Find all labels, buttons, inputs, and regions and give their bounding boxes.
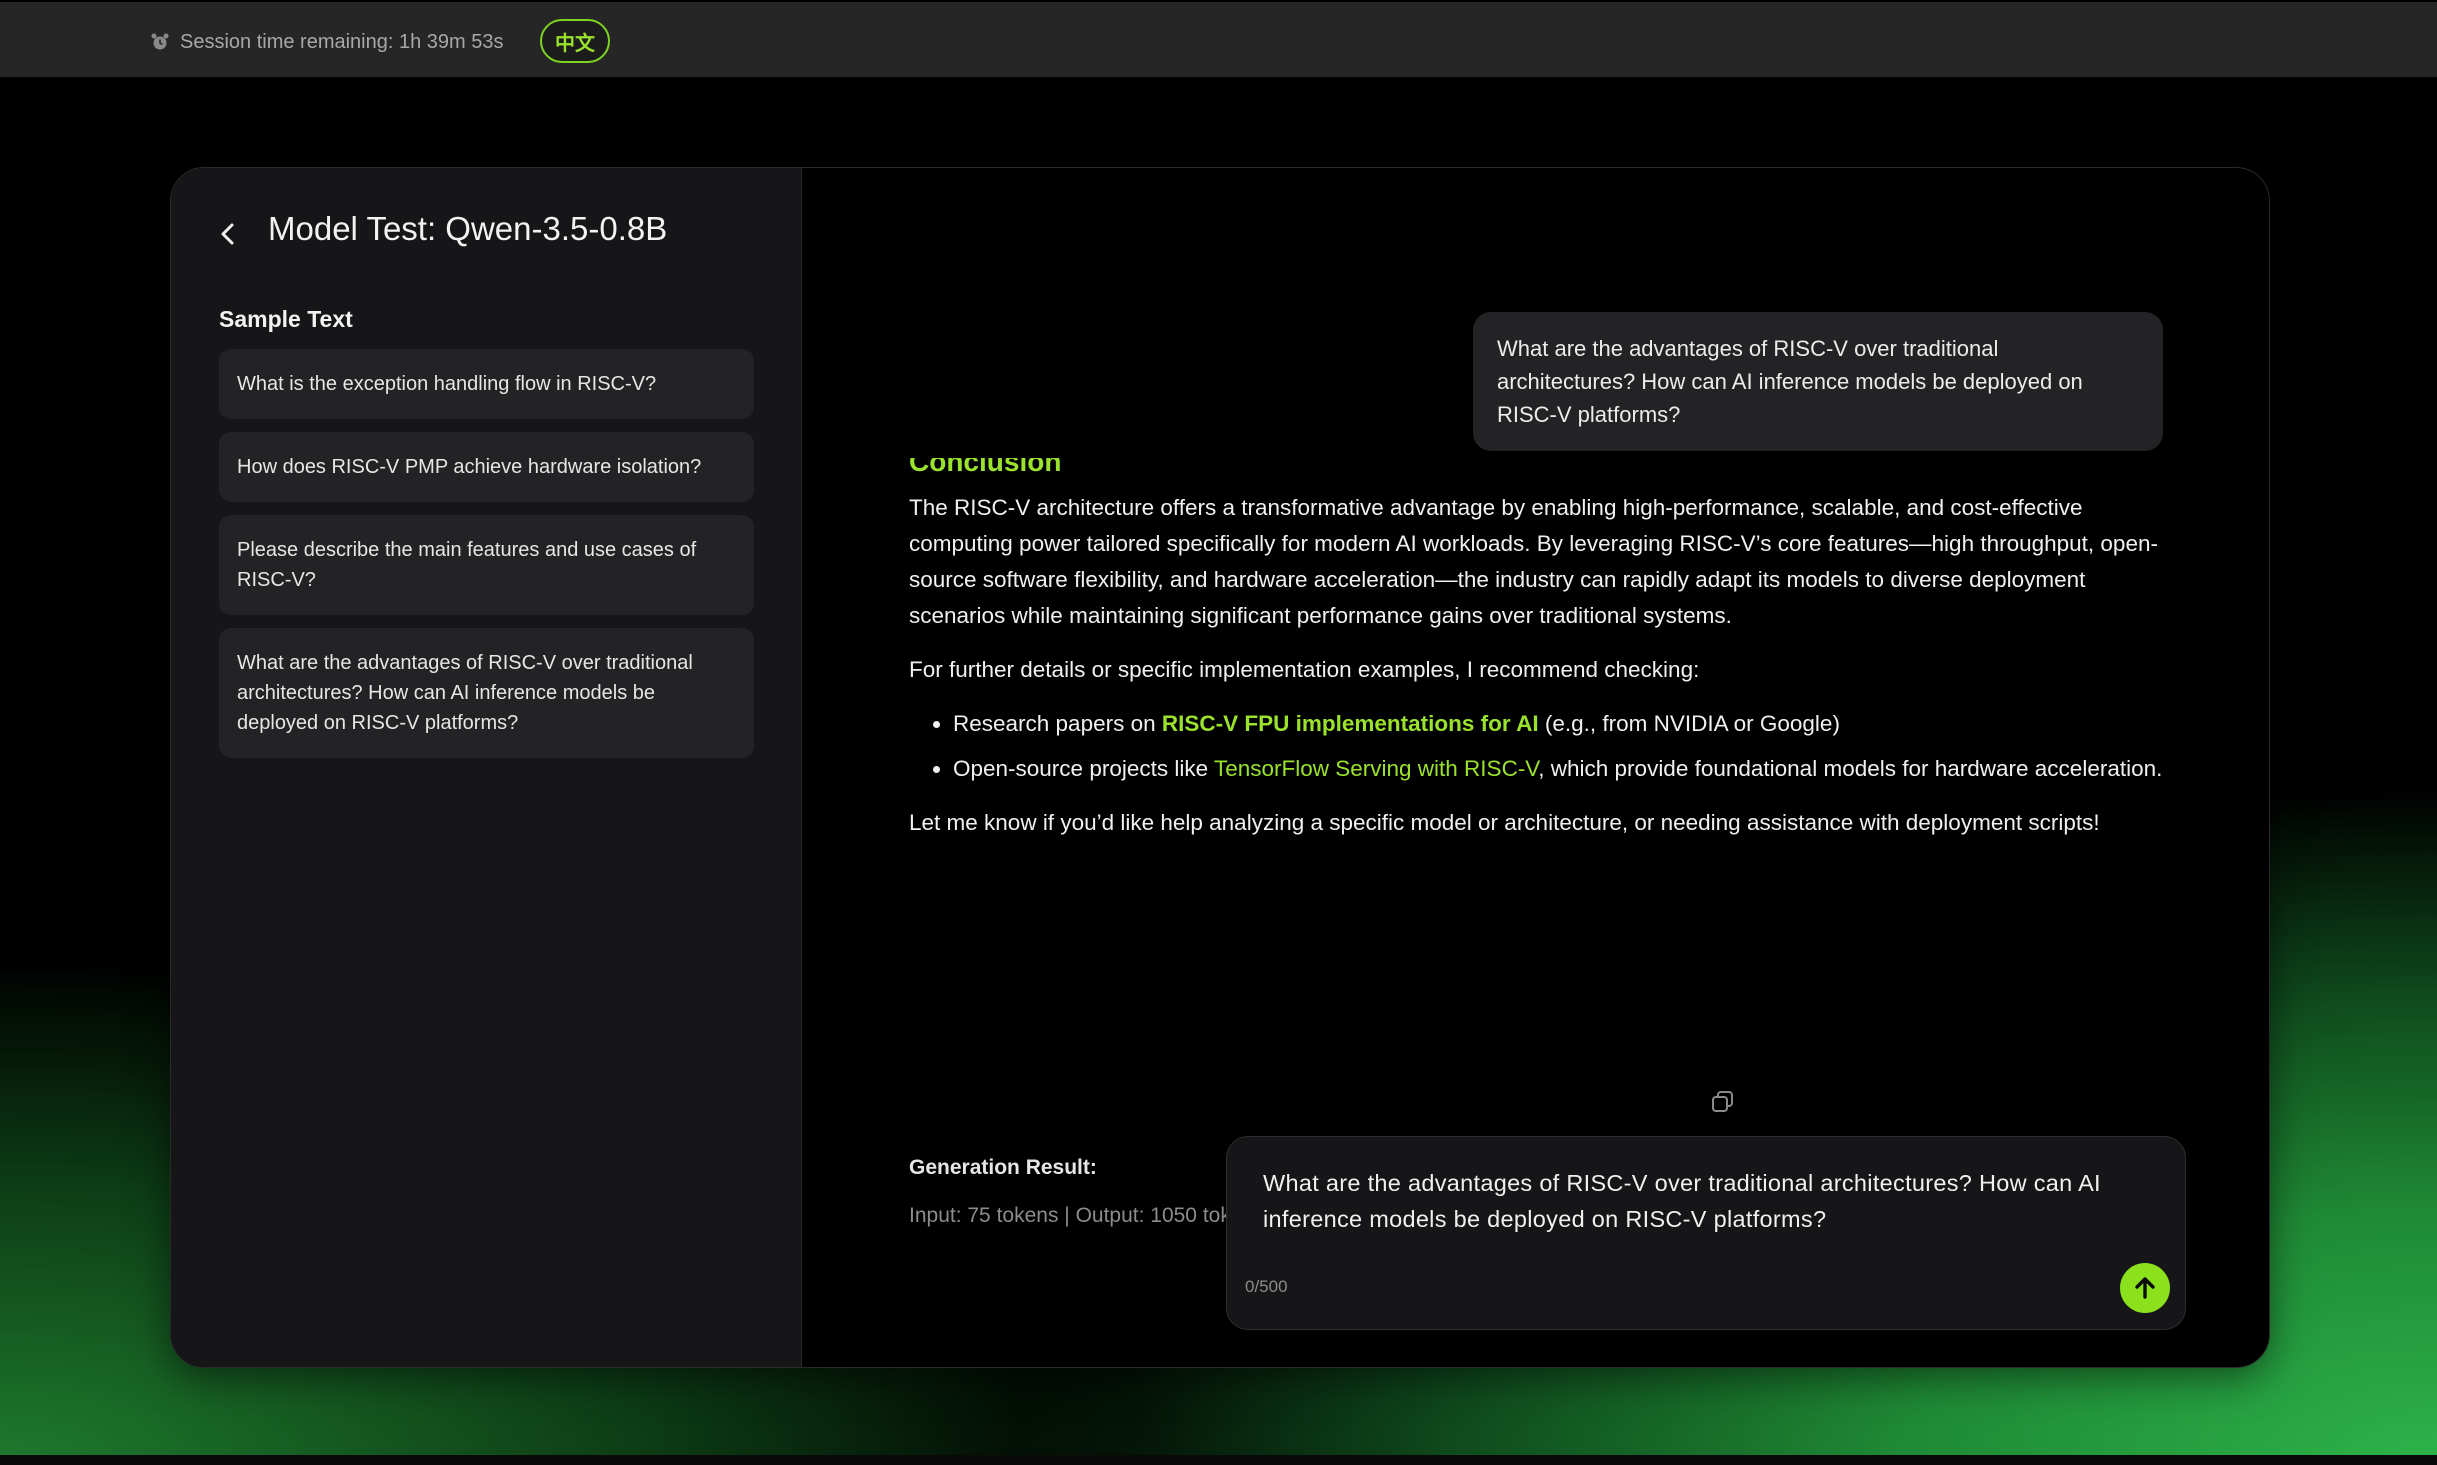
list-item: Open-source projects like TensorFlow Ser… [953, 751, 2169, 787]
answer-list: Research papers on RISC-V FPU implementa… [953, 706, 2169, 787]
message-input[interactable]: What are the advantages of RISC-V over t… [1263, 1165, 2163, 1237]
answer-link[interactable]: TensorFlow Serving with RISC-V [1214, 756, 1538, 781]
sample-item-advantages-ai[interactable]: What are the advantages of RISC-V over t… [219, 628, 754, 758]
sample-text-heading: Sample Text [219, 306, 353, 332]
chat-panel: What are the advantages of RISC-V over t… [802, 168, 2269, 1367]
sample-item-pmp-isolation[interactable]: How does RISC-V PMP achieve hardware iso… [219, 432, 754, 502]
assistant-answer[interactable]: Conclusion The RISC-V architecture offer… [909, 458, 2169, 1078]
answer-paragraph: For further details or specific implemen… [909, 657, 1700, 682]
top-bar: Session time remaining: 1h 39m 53s 中文 [0, 0, 2437, 77]
sample-item-main-features[interactable]: Please describe the main features and us… [219, 515, 754, 615]
generation-result-label: Generation Result: [909, 1156, 1097, 1179]
user-message-bubble: What are the advantages of RISC-V over t… [1473, 312, 2163, 451]
list-item-text: Open-source projects like [953, 756, 1214, 781]
model-test-card: Model Test: Qwen-3.5-0.8B Sample Text Wh… [170, 167, 2270, 1368]
session-timer: Session time remaining: 1h 39m 53s [150, 28, 504, 56]
assistant-answer-content: Conclusion The RISC-V architecture offer… [909, 458, 2169, 859]
answer-paragraph: The RISC-V architecture offers a transfo… [909, 495, 2158, 628]
list-item: Research papers on RISC-V FPU implementa… [953, 706, 2169, 742]
sample-list: What is the exception handling flow in R… [219, 349, 754, 771]
copy-icon[interactable] [1710, 1089, 1736, 1115]
answer-paragraph: Let me know if you’d like help analyzing… [909, 810, 2100, 835]
sample-item-exception-handling[interactable]: What is the exception handling flow in R… [219, 349, 754, 419]
list-item-text: Research papers on [953, 711, 1162, 736]
sidebar: Model Test: Qwen-3.5-0.8B Sample Text Wh… [171, 168, 802, 1367]
send-button[interactable] [2120, 1263, 2170, 1313]
character-count: 0/500 [1245, 1277, 1288, 1296]
session-timer-text: Session time remaining: 1h 39m 53s [180, 30, 504, 53]
page-title: Model Test: Qwen-3.5-0.8B [268, 210, 668, 247]
answer-heading: Conclusion [909, 458, 1062, 477]
answer-link[interactable]: RISC-V FPU implementations for AI [1162, 711, 1539, 736]
list-item-text: , which provide foundational models for … [1538, 756, 2163, 781]
language-toggle-button[interactable]: 中文 [540, 19, 610, 63]
list-item-text: (e.g., from NVIDIA or Google) [1538, 711, 1840, 736]
alarm-clock-icon [151, 33, 169, 50]
chevron-left-icon[interactable] [213, 216, 243, 252]
arrow-up-icon [2135, 1277, 2155, 1299]
message-composer[interactable]: What are the advantages of RISC-V over t… [1226, 1136, 2186, 1330]
bottom-edge [0, 1455, 2437, 1465]
